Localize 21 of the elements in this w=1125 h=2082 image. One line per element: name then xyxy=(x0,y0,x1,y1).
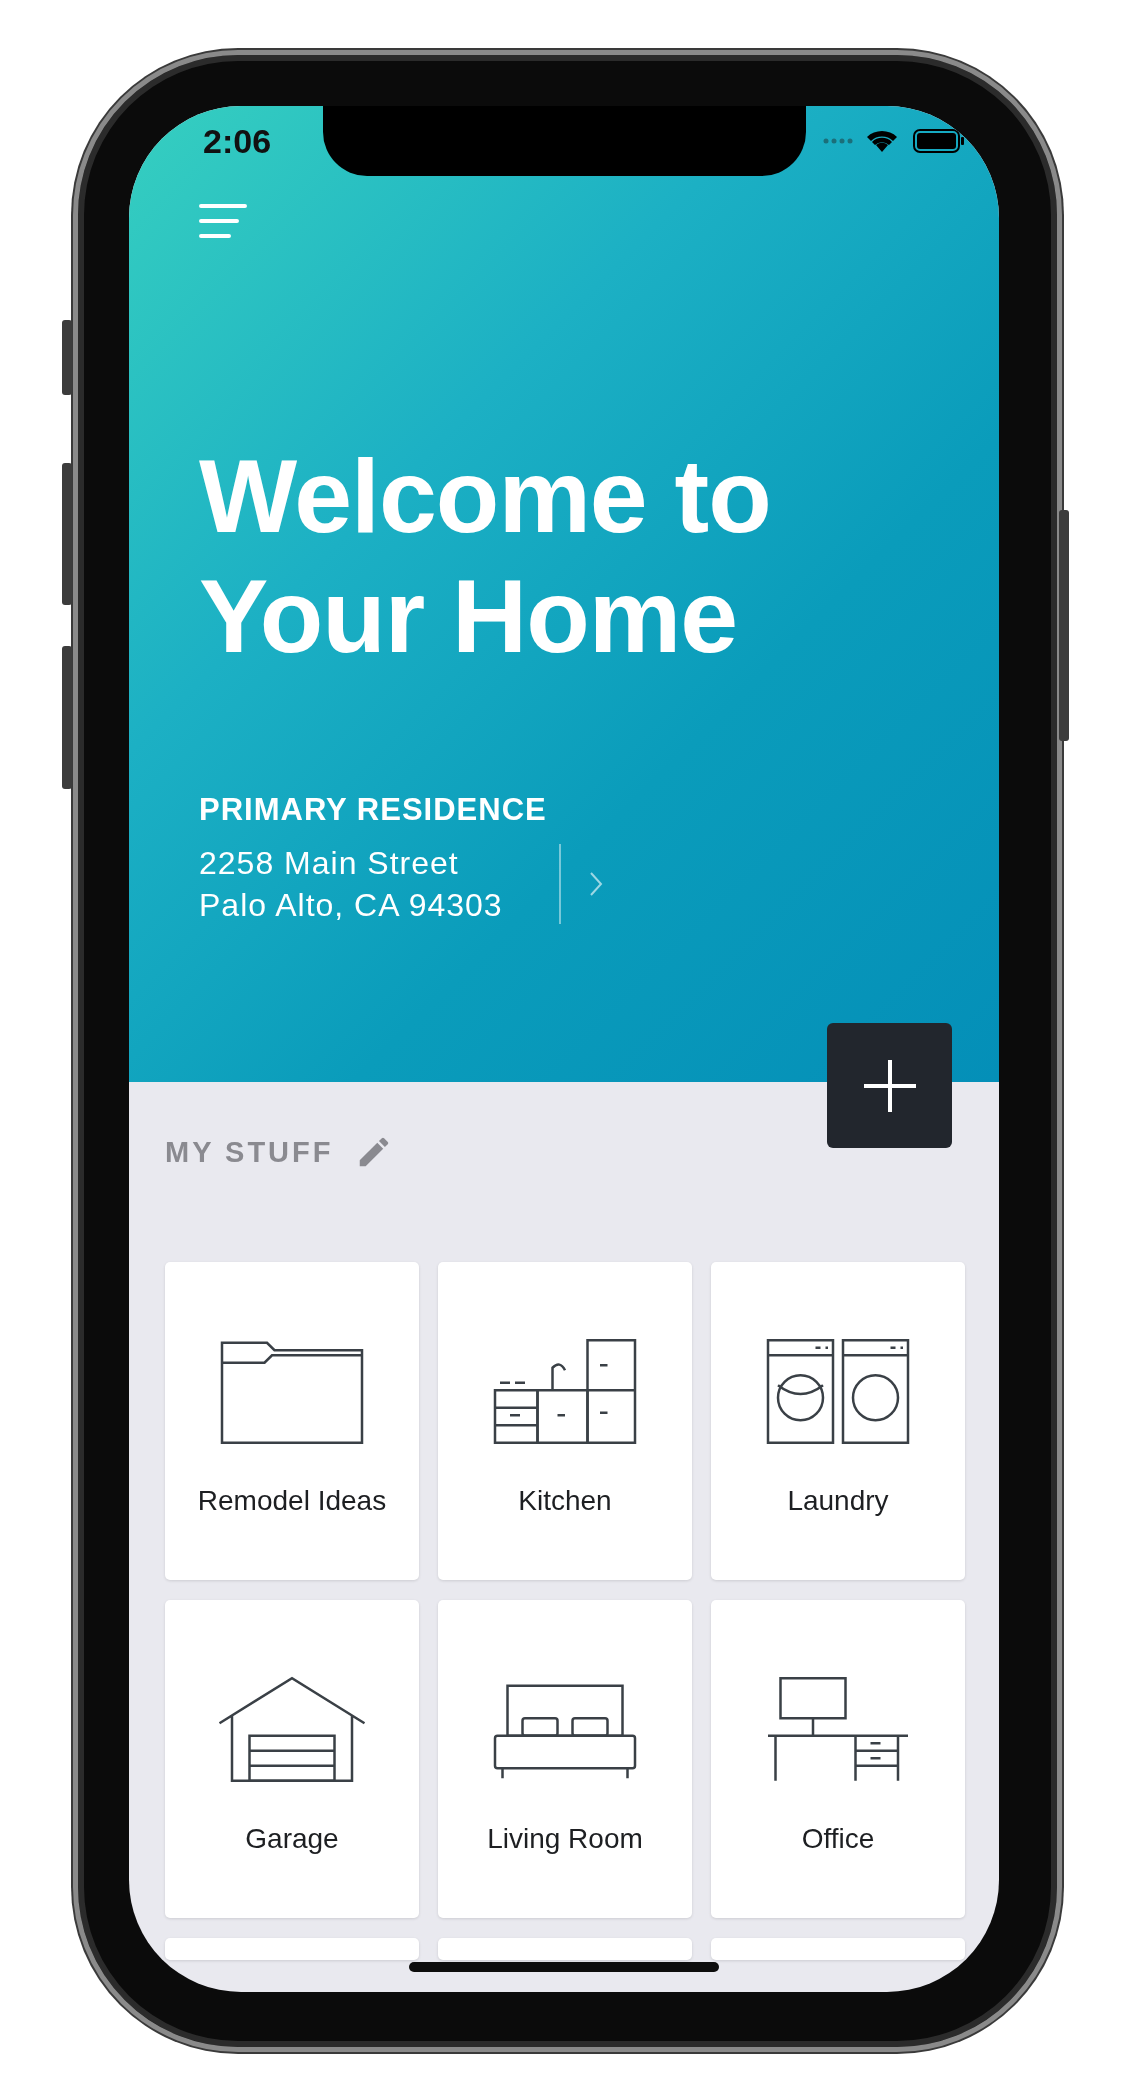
plus-icon xyxy=(861,1057,918,1114)
signal-icon xyxy=(823,138,853,144)
address-text: 2258 Main Street Palo Alto, CA 94303 xyxy=(199,844,503,925)
welcome-title: Welcome to Your Home xyxy=(199,437,772,676)
status-time: 2:06 xyxy=(203,121,272,161)
room-tile[interactable]: Kitchen xyxy=(438,1262,692,1580)
room-tile[interactable] xyxy=(165,1938,419,1960)
room-tile[interactable]: Laundry xyxy=(711,1262,965,1580)
chevron-right-icon[interactable] xyxy=(588,871,603,897)
room-tile[interactable]: Garage xyxy=(165,1600,419,1918)
room-tile[interactable]: Remodel Ideas xyxy=(165,1262,419,1580)
section-title: MY STUFF xyxy=(165,1135,334,1169)
room-tile[interactable]: Living Room xyxy=(438,1600,692,1918)
room-tile[interactable] xyxy=(438,1938,692,1960)
wifi-icon xyxy=(865,128,899,154)
room-tile[interactable] xyxy=(711,1938,965,1960)
battery-icon xyxy=(913,129,965,153)
menu-button[interactable] xyxy=(199,202,247,240)
room-tile[interactable]: Office xyxy=(711,1600,965,1918)
add-button[interactable] xyxy=(827,1023,952,1148)
residence-label: PRIMARY RESIDENCE xyxy=(199,792,548,828)
